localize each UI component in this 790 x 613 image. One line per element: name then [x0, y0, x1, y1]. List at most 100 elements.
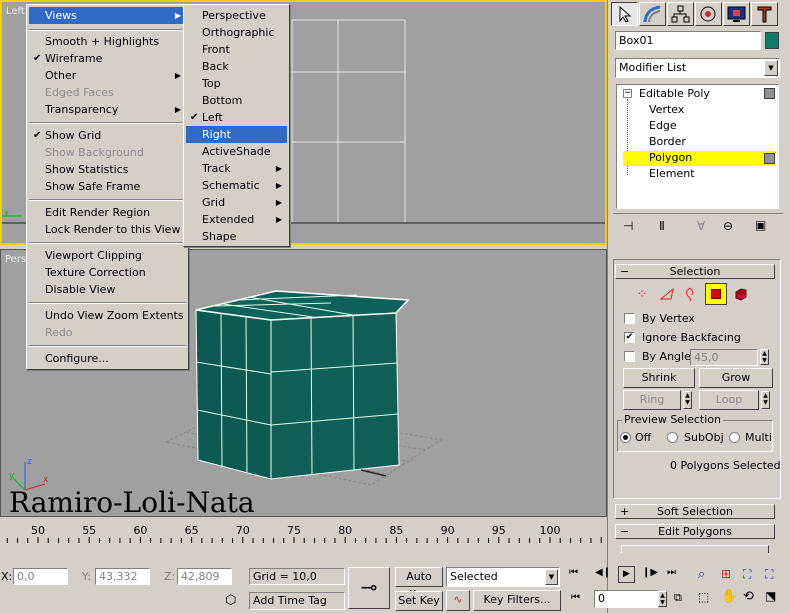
- menu-item-edit-render-region[interactable]: Edit Render Region: [29, 204, 186, 221]
- field-of-view-icon[interactable]: ⬚: [698, 590, 709, 604]
- vertex-mode-icon[interactable]: ⁘: [637, 287, 647, 301]
- menu-item-views[interactable]: Views ▶: [29, 7, 186, 24]
- object-color-swatch[interactable]: [765, 32, 779, 49]
- go-to-end-icon[interactable]: ⏭: [667, 567, 676, 578]
- motion-tab[interactable]: [695, 2, 722, 26]
- previous-frame-icon[interactable]: ◀❙: [595, 567, 611, 578]
- zoom-extents-all-icon[interactable]: ⛶: [765, 567, 773, 582]
- edit-polygons-rollout-header[interactable]: − Edit Polygons: [615, 524, 775, 539]
- modifier-stack[interactable]: − Editable Poly Vertex Edge Border Polyg…: [616, 84, 779, 209]
- maximize-viewport-icon[interactable]: ⬔: [765, 589, 776, 603]
- zoom-extents-icon[interactable]: ⛶: [743, 567, 751, 582]
- view-orthographic[interactable]: Orthographic: [186, 24, 287, 41]
- selection-rollout-header[interactable]: − Selection: [615, 264, 775, 279]
- make-unique-icon[interactable]: ∀: [697, 219, 705, 233]
- stack-element[interactable]: Element: [649, 167, 695, 180]
- view-right[interactable]: Right: [186, 126, 287, 143]
- ignore-backfacing-checkbox[interactable]: ✔: [624, 332, 635, 343]
- z-coordinate-field[interactable]: 42,809: [177, 568, 232, 585]
- by-vertex-checkbox[interactable]: [624, 313, 635, 324]
- pan-hand-icon[interactable]: ✋: [721, 589, 737, 604]
- stack-root[interactable]: Editable Poly: [639, 87, 710, 100]
- loop-spinner[interactable]: ▲ ▼: [761, 391, 770, 409]
- border-mode-icon[interactable]: [683, 286, 697, 302]
- display-tab[interactable]: [723, 2, 750, 26]
- soft-selection-rollout-header[interactable]: + Soft Selection: [615, 504, 775, 519]
- time-configuration-icon[interactable]: ⧉: [674, 591, 682, 605]
- frame-spinner[interactable]: ▲ ▼: [658, 591, 667, 607]
- view-left[interactable]: ✔ Left: [186, 109, 287, 126]
- menu-item-undo-view-zoom[interactable]: Undo View Zoom Extents: [29, 307, 186, 324]
- ring-spinner[interactable]: ▲ ▼: [683, 391, 692, 409]
- modifier-list-dropdown[interactable]: Modifier List ▼: [615, 58, 780, 78]
- polygon-mode-button[interactable]: [705, 283, 727, 305]
- set-key-mode-button[interactable]: ⊸: [348, 567, 390, 609]
- stack-polygon[interactable]: Polygon: [649, 151, 692, 164]
- utilities-tab[interactable]: [751, 2, 778, 26]
- edge-mode-icon[interactable]: [659, 287, 675, 301]
- preview-multi-radio[interactable]: [729, 432, 740, 443]
- view-front[interactable]: Front: [186, 41, 287, 58]
- current-frame-field[interactable]: 0: [594, 590, 658, 608]
- view-top[interactable]: Top: [186, 75, 287, 92]
- default-tangents-button[interactable]: ∿: [446, 590, 470, 611]
- y-coordinate-field[interactable]: 43,332: [95, 568, 150, 585]
- menu-item-other[interactable]: Other ▶: [29, 67, 186, 84]
- set-key-button[interactable]: Set Key: [395, 591, 443, 611]
- view-activeshade[interactable]: ActiveShade: [186, 143, 287, 160]
- ring-button[interactable]: Ring: [623, 390, 681, 410]
- menu-item-smooth-highlights[interactable]: Smooth + Highlights: [29, 33, 186, 50]
- preview-subobj-radio[interactable]: [667, 432, 678, 443]
- key-filters-button[interactable]: Key Filters...: [473, 590, 561, 611]
- stack-edge[interactable]: Edge: [649, 119, 677, 132]
- collapse-icon[interactable]: −: [623, 89, 632, 98]
- grow-button[interactable]: Grow: [699, 368, 773, 388]
- menu-item-wireframe[interactable]: ✔ Wireframe: [29, 50, 186, 67]
- key-mode-toggle-icon[interactable]: ⏮: [571, 592, 580, 603]
- zoom-all-icon[interactable]: ⊞: [721, 567, 731, 581]
- chevron-down-icon[interactable]: ▼: [764, 60, 778, 76]
- shrink-button[interactable]: Shrink: [623, 368, 695, 388]
- configure-sets-icon[interactable]: ▣: [755, 218, 766, 232]
- stack-toggle-icon[interactable]: [764, 153, 775, 164]
- preview-off-radio[interactable]: [620, 432, 631, 443]
- view-bottom[interactable]: Bottom: [186, 92, 287, 109]
- view-schematic[interactable]: Schematic ▶: [186, 177, 287, 194]
- angle-spinner[interactable]: ▲ ▼: [760, 349, 769, 365]
- view-extended[interactable]: Extended ▶: [186, 211, 287, 228]
- time-ruler[interactable]: 50 55 60 65 70 75 80 85 90 95 100: [0, 517, 607, 563]
- pin-stack-icon[interactable]: ⊣: [623, 219, 633, 233]
- view-track[interactable]: Track ▶: [186, 160, 287, 177]
- stack-toggle-icon[interactable]: [764, 88, 775, 99]
- show-end-result-icon[interactable]: Ⅱ: [659, 219, 665, 233]
- auto-key-button[interactable]: Auto Key: [395, 567, 443, 601]
- loop-button[interactable]: Loop: [699, 390, 759, 410]
- go-to-start-icon[interactable]: ⏮: [569, 567, 578, 578]
- modify-tab[interactable]: [639, 2, 666, 26]
- by-angle-checkbox[interactable]: [624, 351, 635, 362]
- menu-item-lock-render[interactable]: Lock Render to this View: [29, 221, 186, 238]
- element-mode-icon[interactable]: [733, 286, 749, 302]
- stack-vertex[interactable]: Vertex: [649, 103, 684, 116]
- object-name-field[interactable]: Box01: [615, 31, 761, 50]
- view-shape[interactable]: Shape: [186, 228, 287, 245]
- menu-item-show-safe-frame[interactable]: Show Safe Frame: [29, 178, 186, 195]
- key-selection-dropdown[interactable]: Selected ▼: [446, 567, 560, 587]
- menu-item-show-grid[interactable]: ✔ Show Grid: [29, 127, 186, 144]
- angle-input[interactable]: 45,0: [690, 349, 758, 366]
- stack-border[interactable]: Border: [649, 135, 686, 148]
- remove-modifier-icon[interactable]: ⊖: [723, 219, 733, 233]
- chevron-down-icon[interactable]: ▼: [545, 569, 558, 585]
- hierarchy-tab[interactable]: [667, 2, 694, 26]
- zoom-icon[interactable]: ⌕: [698, 567, 705, 582]
- time-tag-icon[interactable]: ⬡: [225, 593, 236, 608]
- view-back[interactable]: Back: [186, 58, 287, 75]
- next-frame-icon[interactable]: ❙▶: [642, 567, 658, 578]
- menu-item-transparency[interactable]: Transparency ▶: [29, 101, 186, 118]
- menu-item-configure[interactable]: Configure...: [29, 350, 186, 367]
- menu-item-show-statistics[interactable]: Show Statistics: [29, 161, 186, 178]
- menu-item-disable-view[interactable]: Disable View: [29, 281, 186, 298]
- x-coordinate-field[interactable]: 0,0: [13, 568, 68, 585]
- view-perspective[interactable]: Perspective: [186, 7, 287, 24]
- menu-item-viewport-clipping[interactable]: Viewport Clipping: [29, 247, 186, 264]
